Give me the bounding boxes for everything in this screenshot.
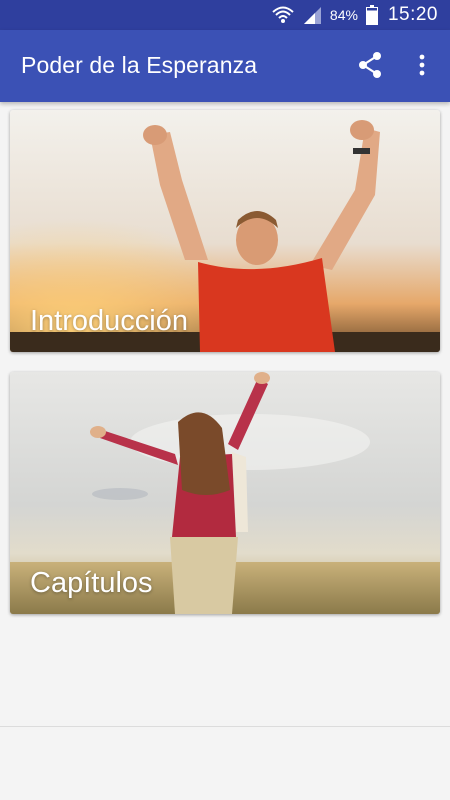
status-bar: 84% 15:20 [0, 0, 450, 30]
card-introduccion[interactable]: Introducción [10, 110, 440, 352]
card-capitulos[interactable]: Capítulos [10, 372, 440, 614]
more-options-button[interactable] [408, 49, 436, 85]
card-label: Capítulos [30, 567, 153, 599]
battery-icon [365, 5, 378, 25]
wifi-icon [272, 5, 294, 25]
battery-percent: 84% [329, 7, 358, 23]
share-icon [357, 51, 383, 84]
app-title: Poder de la Esperanza [21, 52, 258, 78]
more-vert-icon [419, 54, 425, 81]
signal-icon [302, 5, 322, 25]
bottom-divider [0, 726, 450, 727]
clock: 15:20 [387, 4, 438, 25]
app-bar: Poder de la Esperanza [0, 30, 450, 102]
card-label: Introducción [30, 305, 188, 337]
share-button[interactable] [352, 49, 388, 85]
